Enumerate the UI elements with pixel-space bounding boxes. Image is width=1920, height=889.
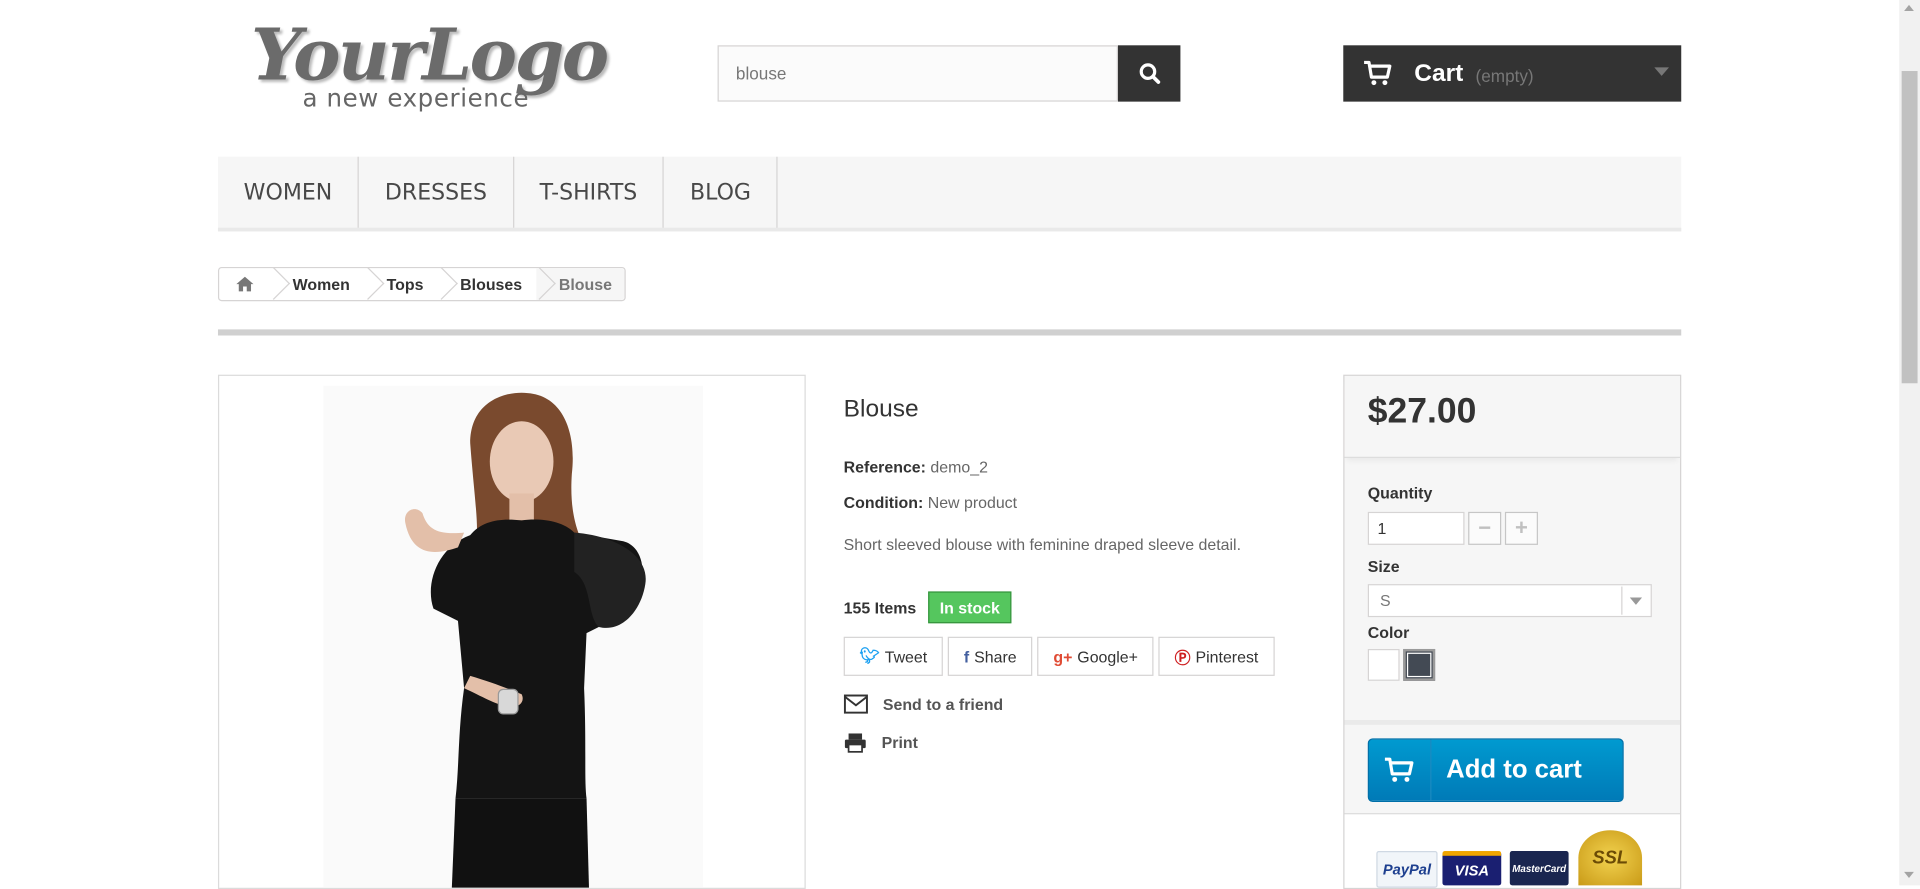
tweet-button[interactable]: 🐦︎ Tweet (843, 636, 944, 676)
social-share: 🐦︎ Tweet f Share g+ Google+ Ⓟ Pinterest (843, 636, 1275, 676)
condition-value: New product (927, 493, 1018, 512)
divider (217, 329, 1682, 336)
cart-status: (empty) (1475, 66, 1534, 86)
pinterest-label: Pinterest (1195, 647, 1259, 666)
paypal-logo: PayPal (1376, 851, 1438, 888)
menu-item-blog[interactable]: BLOG (664, 156, 778, 228)
quantity-decrease-button[interactable]: − (1468, 511, 1502, 545)
pinterest-icon: Ⓟ (1174, 648, 1191, 667)
twitter-icon: 🐦︎ (859, 646, 880, 665)
reference-value: demo_2 (930, 457, 988, 477)
minus-icon: − (1478, 515, 1492, 541)
size-select[interactable]: S (1367, 584, 1652, 618)
breadcrumb-blouses[interactable]: Blouses (424, 267, 537, 300)
color-swatch-white[interactable] (1367, 648, 1400, 681)
facebook-share-button[interactable]: f Share (948, 636, 1033, 676)
facebook-icon: f (963, 647, 970, 666)
product-reference: Reference: demo_2 (844, 458, 988, 476)
scrollbar-thumb[interactable] (1901, 71, 1918, 384)
google-label: Google+ (1077, 647, 1138, 666)
main-menu: WOMEN DRESSES T-SHIRTS BLOG (217, 156, 1682, 232)
breadcrumb: Women Tops Blouses Blouse (217, 266, 626, 302)
menu-item-dresses[interactable]: DRESSES (359, 156, 514, 228)
menu-item-women[interactable]: WOMEN (218, 156, 360, 228)
send-to-friend-link[interactable]: Send to a friend (843, 694, 1004, 714)
breadcrumb-label: Blouse (558, 274, 612, 294)
breadcrumb-label: Blouses (460, 274, 523, 294)
product-condition: Condition: New product (844, 493, 1017, 511)
share-label: Share (974, 647, 1017, 666)
tweet-label: Tweet (884, 647, 928, 666)
breadcrumb-women[interactable]: Women (257, 267, 365, 300)
size-label: Size (1367, 557, 1400, 576)
product-photo (323, 385, 703, 888)
search-icon (1139, 63, 1160, 84)
cart-label: Cart (1414, 59, 1464, 87)
ssl-badge: SSL (1578, 830, 1643, 886)
quantity-increase-button[interactable]: + (1504, 511, 1538, 545)
color-swatch-black[interactable] (1403, 648, 1436, 681)
quantity-input[interactable]: 1 (1367, 511, 1465, 545)
quantity-label: Quantity (1367, 483, 1433, 503)
plus-icon: + (1514, 515, 1528, 541)
chevron-down-icon (1654, 67, 1669, 76)
printer-icon (844, 733, 866, 753)
add-to-cart-label: Add to cart (1446, 755, 1582, 784)
cart-icon (1364, 60, 1392, 86)
pinterest-button[interactable]: Ⓟ Pinterest (1158, 636, 1275, 676)
product-description: Short sleeved blouse with feminine drape… (843, 535, 1242, 554)
product-title: Blouse (843, 395, 919, 423)
breadcrumb-label: Women (292, 274, 350, 294)
google-plus-icon: g+ (1053, 647, 1073, 666)
store-logo[interactable]: YourLogo a new experience (251, 12, 609, 116)
search-input[interactable] (718, 46, 1117, 101)
menu-item-tshirts[interactable]: T-SHIRTS (514, 156, 665, 228)
breadcrumb-current: Blouse (523, 267, 625, 301)
product-image[interactable] (217, 374, 806, 889)
cart-icon (1369, 739, 1432, 801)
divider (1344, 720, 1681, 725)
quantity-available: 155 Items (843, 598, 917, 618)
home-icon (236, 276, 254, 292)
print-label: Print (881, 733, 918, 752)
visa-logo: VISA (1442, 851, 1502, 886)
condition-label: Condition: (843, 493, 924, 512)
add-to-cart-button[interactable]: Add to cart (1367, 738, 1624, 803)
stock-badge: In stock (928, 591, 1012, 624)
mastercard-logo: MasterCard (1509, 851, 1569, 886)
reference-label: Reference: (843, 457, 926, 477)
breadcrumb-label: Tops (386, 274, 424, 294)
size-value: S (1380, 591, 1391, 610)
scroll-up-icon[interactable] (1904, 4, 1914, 12)
print-link[interactable]: Print (844, 732, 918, 753)
search-button[interactable] (1117, 45, 1181, 102)
logo-tagline: a new experience (302, 83, 530, 113)
product-price: $27.00 (1367, 391, 1477, 432)
send-to-friend-label: Send to a friend (882, 694, 1004, 714)
chevron-down-icon (1621, 586, 1649, 615)
scroll-down-icon[interactable] (1904, 871, 1914, 878)
search-box (717, 45, 1118, 102)
envelope-icon (843, 694, 868, 714)
color-label: Color (1367, 623, 1410, 642)
cart-button[interactable]: Cart (empty) (1343, 45, 1682, 102)
google-plus-button[interactable]: g+ Google+ (1037, 636, 1154, 676)
